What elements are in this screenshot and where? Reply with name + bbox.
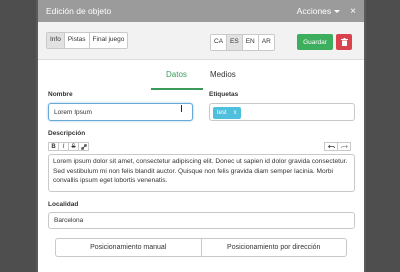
- section-tab-pistas[interactable]: Pistas: [64, 33, 90, 48]
- backdrop-left: [0, 0, 36, 272]
- tag-remove-icon[interactable]: x: [234, 110, 237, 116]
- tab-medios[interactable]: Medios: [210, 70, 236, 79]
- text-cursor-icon: I: [180, 104, 183, 115]
- dialog-header: Edición de objeto Acciones ×: [38, 0, 364, 22]
- dialog-toolbar: Info Pistas Final juego CA ES EN AR Guar…: [38, 22, 364, 60]
- nombre-value: Lorem Ipsum: [54, 108, 92, 116]
- localidad-value: Barcelona: [54, 217, 84, 224]
- section-tab-final-juego[interactable]: Final juego: [89, 33, 128, 48]
- nombre-input[interactable]: Lorem Ipsum: [48, 103, 193, 121]
- manual-positioning-button[interactable]: Posicionamiento manual: [55, 238, 201, 257]
- etiquetas-label: Etiquetas: [209, 91, 239, 98]
- localidad-input[interactable]: Barcelona: [48, 212, 355, 229]
- caret-down-icon: [334, 9, 341, 13]
- dialog-title: Edición de objeto: [46, 6, 112, 16]
- trash-icon: [340, 38, 348, 46]
- lang-ca-button[interactable]: CA: [211, 35, 228, 50]
- lang-en-button[interactable]: EN: [242, 35, 259, 50]
- localidad-label: Localidad: [48, 201, 79, 208]
- close-icon[interactable]: ×: [350, 6, 356, 17]
- format-toolbar: B I S: [48, 142, 89, 151]
- section-tab-group: Info Pistas Final juego: [46, 32, 129, 49]
- link-button[interactable]: [78, 142, 89, 151]
- lang-ar-button[interactable]: AR: [258, 35, 274, 50]
- descripcion-textarea[interactable]: Lorem ipsum dolor sit amet, consectetur …: [48, 154, 355, 192]
- link-icon: [80, 143, 87, 150]
- lang-es-button[interactable]: ES: [227, 35, 243, 50]
- positioning-button-group: Posicionamiento manual Posicionamiento p…: [55, 238, 347, 257]
- descripcion-label: Descripción: [48, 130, 86, 137]
- actions-label: Acciones: [296, 6, 332, 16]
- undo-redo-group: [324, 142, 351, 151]
- undo-button[interactable]: [324, 142, 338, 151]
- content-tabs: Datos Medios: [38, 66, 364, 92]
- delete-button[interactable]: [336, 34, 352, 50]
- redo-button[interactable]: [337, 142, 351, 151]
- nombre-label: Nombre: [48, 91, 73, 98]
- edit-object-dialog: Edición de objeto Acciones × Info Pistas…: [38, 0, 364, 272]
- tag-text: test: [217, 110, 227, 116]
- tab-datos[interactable]: Datos: [166, 70, 187, 79]
- address-positioning-button[interactable]: Posicionamiento por dirección: [200, 238, 347, 257]
- tag-chip: test x: [213, 107, 241, 119]
- active-tab-indicator: [151, 88, 203, 90]
- save-button[interactable]: Guardar: [297, 34, 333, 50]
- undo-icon: [327, 144, 335, 149]
- section-tab-info[interactable]: Info: [47, 33, 65, 48]
- backdrop-right: [366, 0, 400, 272]
- actions-dropdown[interactable]: Acciones: [297, 6, 341, 16]
- language-switcher: CA ES EN AR: [210, 34, 275, 51]
- redo-icon: [340, 144, 348, 149]
